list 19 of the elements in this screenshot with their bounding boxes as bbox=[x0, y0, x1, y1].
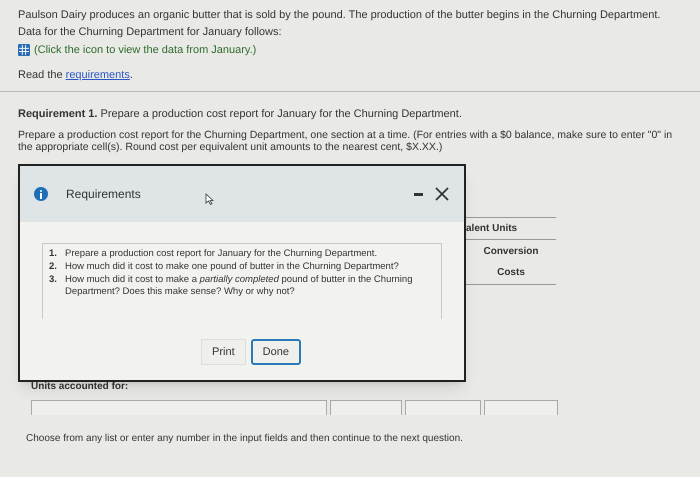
intro-text: Data for the Churning Department for January follows: bbox=[18, 25, 283, 39]
requirements-link[interactable]: requirements bbox=[66, 66, 130, 83]
requirement-item: Prepare a production cost report for January for the Churning Department. bbox=[65, 248, 378, 260]
item-number: 2. bbox=[49, 261, 58, 273]
requirement-item: How much did it cost to make a partially completed pound of butter in the Churning Department? Does this make sense? Why or why not? bbox=[65, 274, 414, 298]
dialog-title: Requirements bbox=[66, 186, 141, 203]
item-number: 3. bbox=[49, 274, 58, 287]
data-link[interactable]: (Click the icon to view the data from January.) bbox=[34, 42, 256, 58]
footer-text: Choose from any list or enter any number in the input fields and then continue to the next question. bbox=[26, 432, 464, 446]
print-button[interactable]: Print bbox=[201, 339, 246, 365]
requirement-text: Requirement 1. Prepare a production cost report for January for the Churning Department. bbox=[18, 107, 463, 122]
intro-text: Paulson Dairy produces an organic butter that is sold by the pound. The production of the butter begins in the Churning Department. bbox=[18, 8, 662, 22]
done-button[interactable]: Done bbox=[250, 339, 301, 365]
item-number: 1. bbox=[49, 248, 58, 260]
read-text: . bbox=[130, 68, 133, 82]
requirement-item: How much did it cost to make one pound of butter in the Churning Department? bbox=[65, 261, 400, 273]
read-text: Read the bbox=[18, 68, 63, 82]
section-label: Units accounted for: bbox=[31, 380, 130, 394]
instructions-text: Prepare a production cost report for the Churning Department, one section at a time. (For entries with a $0 balance, make sure to enter "0" in the appropriate cell(s). Round cost per equivalent unit amounts to the nearest cent, $X.XX.) bbox=[18, 128, 674, 152]
